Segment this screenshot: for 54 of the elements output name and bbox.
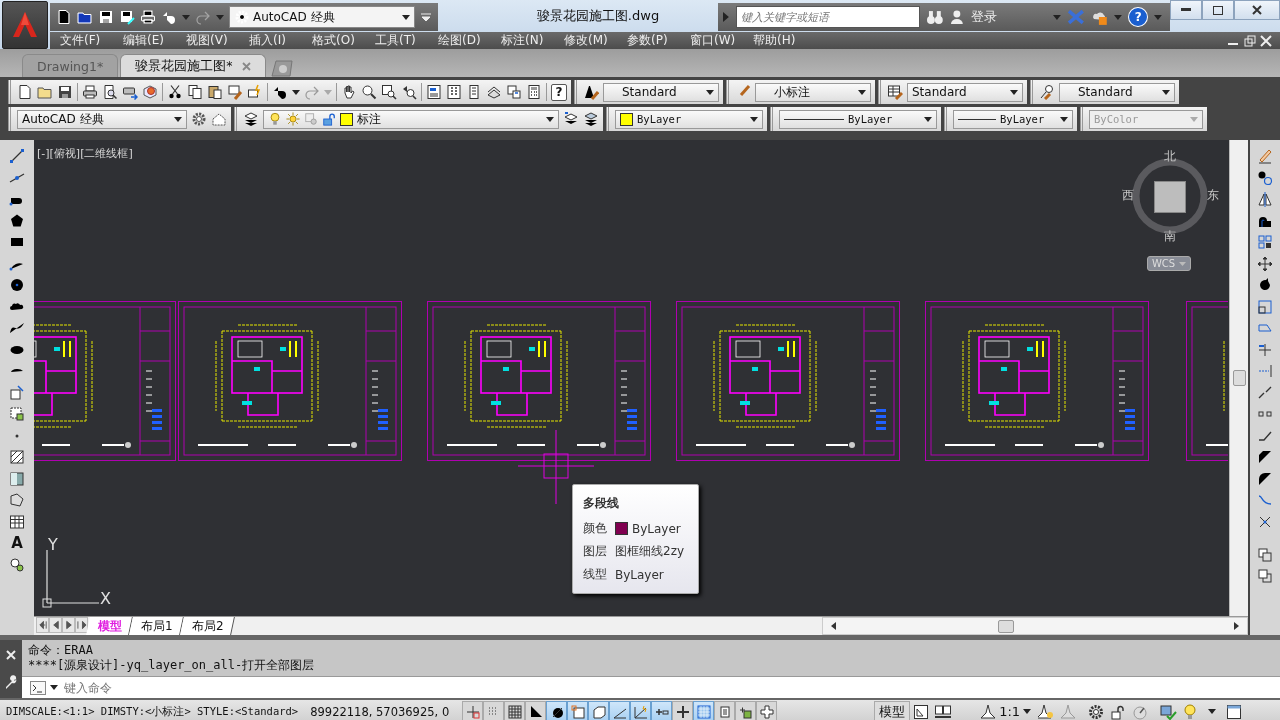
linetype-dropdown[interactable]: ByLayer xyxy=(779,109,937,129)
annotation-scale-dropdown[interactable]: 1:1 xyxy=(976,703,1036,720)
dimension-style-dropdown[interactable]: 小标注 xyxy=(755,82,871,102)
menu-item[interactable]: 修改(M) xyxy=(564,32,627,49)
menu-item[interactable]: 绘图(D) xyxy=(438,32,501,49)
coordinate-readout[interactable]: 89922118, 57036925, 0 xyxy=(310,704,461,719)
compass-label: 南 xyxy=(1164,228,1176,245)
menu-item[interactable]: 格式(O) xyxy=(312,32,375,49)
help-button[interactable]: ? xyxy=(1128,7,1149,27)
compass-label: 西 xyxy=(1122,187,1134,204)
compass-label: 北 xyxy=(1164,148,1176,165)
viewport-label[interactable]: [-][俯视][二维线框] xyxy=(37,146,133,161)
menu-item[interactable]: 标注(N) xyxy=(501,32,564,49)
table-style-dropdown[interactable]: Standard xyxy=(907,82,1023,102)
command-history-line: 命令：ERAA xyxy=(28,643,94,658)
layout-tab[interactable]: 布局2 xyxy=(179,617,235,635)
axis-label: Y xyxy=(48,535,58,554)
menu-item[interactable]: 参数(P) xyxy=(627,32,690,49)
dimension-settings-text: DIMSCALE:<1:1> DIMSTY:<小标注> STYLE:<Standard> xyxy=(5,704,299,719)
layout-tab[interactable]: 布局1 xyxy=(129,617,184,635)
document-tab[interactable]: 骏景花园施工图* xyxy=(120,54,267,77)
menu-item[interactable]: 文件(F) xyxy=(60,32,123,49)
command-history-line: ****[源泉设计]-yq_layer_on_all-打开全部图层 xyxy=(28,658,316,673)
command-input[interactable]: 键入命令 xyxy=(62,679,1280,696)
layout-tab[interactable]: 模型 xyxy=(86,617,133,635)
property-value: 图框细线2zy xyxy=(615,543,685,560)
text-style-dropdown[interactable]: Standard xyxy=(603,82,719,102)
menu-item[interactable]: 视图(V) xyxy=(186,32,249,49)
axis-label: X xyxy=(100,589,111,608)
menu-item[interactable]: 窗口(W) xyxy=(690,32,753,49)
property-label: 图层 xyxy=(583,543,607,560)
model-space-button[interactable]: 模型 xyxy=(874,701,911,720)
sign-in-link[interactable]: 登录 xyxy=(971,8,998,26)
property-value: ByLayer xyxy=(632,521,681,536)
layer-dropdown[interactable]: 标注 xyxy=(263,109,559,129)
property-label: 颜色 xyxy=(583,520,607,537)
workspace-dropdown[interactable]: AutoCAD 经典 xyxy=(17,109,187,129)
command-line-field[interactable]: 键入命令 xyxy=(22,676,1280,698)
menu-item[interactable]: 帮助(H) xyxy=(753,32,816,49)
workspace-dropdown[interactable]: AutoCAD 经典 xyxy=(229,6,415,28)
help-button[interactable]: ? xyxy=(551,83,567,101)
search-field[interactable]: 键入关键字或短语 xyxy=(735,6,920,28)
menu-item[interactable]: 编辑(E) xyxy=(123,32,186,49)
tooltip-title: 多段线 xyxy=(583,495,620,512)
menu-item[interactable]: 工具(T) xyxy=(375,32,438,49)
compass-label: 东 xyxy=(1207,187,1219,204)
multiline-text-tool[interactable]: A xyxy=(11,535,23,551)
lineweight-dropdown[interactable]: ByLayer xyxy=(953,109,1073,129)
window-title: 骏景花园施工图.dwg xyxy=(535,7,661,25)
color-dropdown[interactable]: ByLayer xyxy=(615,109,763,129)
property-label: 线型 xyxy=(583,566,607,583)
property-value: ByLayer xyxy=(615,567,664,582)
menu-item[interactable]: 插入(I) xyxy=(249,32,312,49)
multileader-style-dropdown[interactable]: Standard xyxy=(1059,82,1175,102)
